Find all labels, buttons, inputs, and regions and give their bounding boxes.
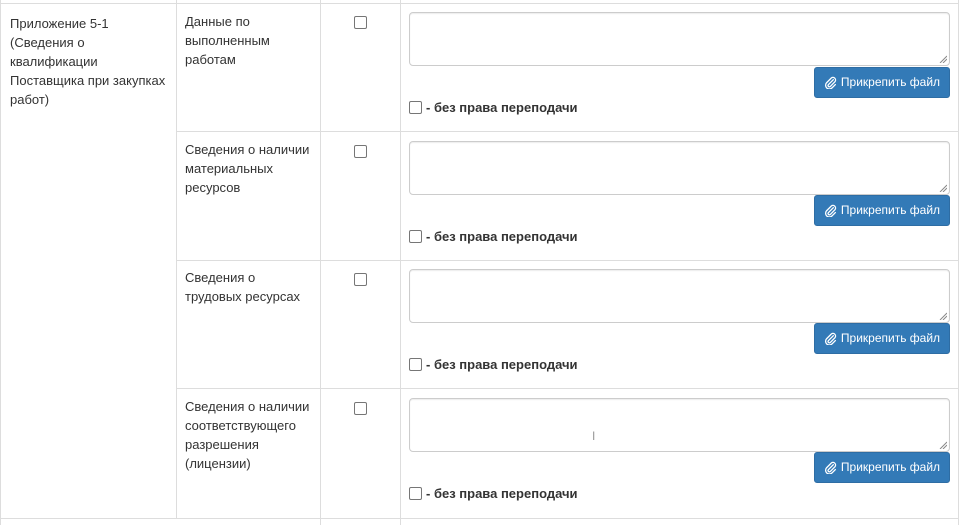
- document-label-line: Сведения о наличии: [185, 399, 310, 414]
- document-label-line: трудовых ресурсах: [185, 289, 301, 304]
- paperclip-icon: [824, 204, 837, 217]
- no-transfer-label: - без права переподачи: [426, 100, 578, 115]
- no-transfer-option[interactable]: - без права переподачи: [409, 357, 578, 372]
- document-label-line: ресурсов: [185, 180, 241, 195]
- no-transfer-checkbox[interactable]: [409, 101, 422, 114]
- resize-handle-icon[interactable]: [939, 312, 947, 320]
- no-transfer-label: - без права переподачи: [426, 486, 578, 501]
- description-textarea[interactable]: [409, 269, 950, 323]
- section-label-line: квалификации: [10, 54, 98, 69]
- document-label-line: Данные по: [185, 14, 250, 29]
- document-label-line: выполненным: [185, 33, 270, 48]
- document-label: Сведения о наличии соответствующего разр…: [185, 397, 315, 473]
- document-label-line: Сведения о: [185, 270, 256, 285]
- no-transfer-checkbox[interactable]: [409, 358, 422, 371]
- resize-handle-icon[interactable]: [939, 441, 947, 449]
- attach-file-button[interactable]: Прикрепить файл: [814, 67, 950, 98]
- document-label-line: (лицензии): [185, 456, 251, 471]
- no-transfer-label: - без права переподачи: [426, 357, 578, 372]
- text-cursor-icon: I: [592, 429, 596, 443]
- no-transfer-option[interactable]: - без права переподачи: [409, 486, 578, 501]
- grid-line: [176, 131, 959, 132]
- no-transfer-label: - без права переподачи: [426, 229, 578, 244]
- grid-line: [400, 0, 401, 525]
- grid-line: [0, 0, 1, 525]
- grid-line: [176, 388, 959, 389]
- no-transfer-option[interactable]: - без права переподачи: [409, 229, 578, 244]
- section-label-line: работ): [10, 92, 50, 107]
- select-checkbox[interactable]: [354, 273, 367, 286]
- paperclip-icon: [824, 332, 837, 345]
- resize-handle-icon[interactable]: [939, 55, 947, 63]
- grid-line: [958, 0, 959, 525]
- grid-line: [0, 518, 959, 519]
- resize-handle-icon[interactable]: [939, 184, 947, 192]
- select-checkbox[interactable]: [354, 402, 367, 415]
- attach-file-button[interactable]: Прикрепить файл: [814, 452, 950, 483]
- grid-line: [176, 260, 959, 261]
- document-label-line: соответствующего: [185, 418, 296, 433]
- document-label-line: материальных: [185, 161, 274, 176]
- select-checkbox[interactable]: [354, 16, 367, 29]
- attach-file-button[interactable]: Прикрепить файл: [814, 195, 950, 226]
- no-transfer-checkbox[interactable]: [409, 487, 422, 500]
- section-label: Приложение 5-1 (Сведения о квалификации …: [10, 14, 172, 109]
- attach-file-label: Прикрепить файл: [840, 203, 941, 217]
- document-label-line: работам: [185, 52, 236, 67]
- attach-file-label: Прикрепить файл: [840, 75, 941, 89]
- document-label: Данные по выполненным работам: [185, 12, 315, 69]
- section-label-line: Поставщика при закупках: [10, 73, 166, 88]
- description-textarea[interactable]: [409, 12, 950, 66]
- select-checkbox[interactable]: [354, 145, 367, 158]
- paperclip-icon: [824, 461, 837, 474]
- documents-table: Приложение 5-1 (Сведения о квалификации …: [0, 0, 964, 525]
- attach-file-button[interactable]: Прикрепить файл: [814, 323, 950, 354]
- description-textarea[interactable]: [409, 141, 950, 195]
- document-label-line: разрешения: [185, 437, 259, 452]
- document-label: Сведения о наличии материальных ресурсов: [185, 140, 315, 197]
- no-transfer-checkbox[interactable]: [409, 230, 422, 243]
- section-label-line: (Сведения о: [10, 35, 85, 50]
- paperclip-icon: [824, 76, 837, 89]
- attach-file-label: Прикрепить файл: [840, 331, 941, 345]
- grid-line: [320, 0, 321, 525]
- grid-line: [0, 3, 959, 4]
- attach-file-label: Прикрепить файл: [840, 460, 941, 474]
- document-label-line: Сведения о наличии: [185, 142, 310, 157]
- no-transfer-option[interactable]: - без права переподачи: [409, 100, 578, 115]
- section-label-line: Приложение 5-1: [10, 16, 109, 31]
- document-label: Сведения о трудовых ресурсах: [185, 268, 315, 306]
- description-textarea[interactable]: [409, 398, 950, 452]
